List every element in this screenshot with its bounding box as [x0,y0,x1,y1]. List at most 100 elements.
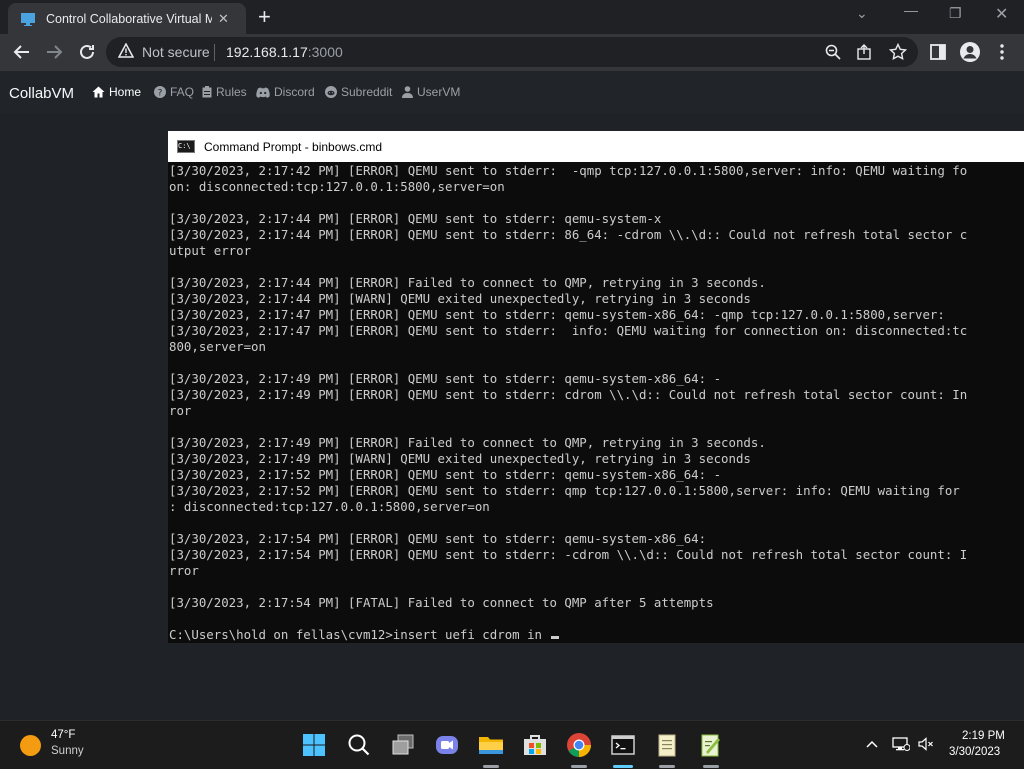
menu-kebab-icon[interactable] [997,43,1007,61]
weather-condition: Sunny [51,745,84,757]
site-navbar: CollabVM Home ? FAQ Rules Discord Subred… [0,71,1024,113]
browser-toolbar: Not secure 192.168.1.17:3000 [0,34,1024,71]
vm-display[interactable]: C:\ Command Prompt - binbows.cmd [3/30/2… [168,131,1024,643]
question-circle-icon: ? [154,86,166,98]
reload-icon[interactable] [77,42,97,62]
reddit-icon [325,86,337,98]
site-brand[interactable]: CollabVM [9,85,74,102]
minimize-button[interactable]: — [904,2,918,18]
console-line: [3/30/2023, 2:17:42 PM] [ERROR] QEMU sen… [169,163,968,178]
nav-subreddit-link[interactable]: Subreddit [325,85,392,99]
nav-home-link[interactable]: Home [92,85,141,99]
profile-avatar-icon[interactable] [959,41,981,63]
nav-faq-link[interactable]: ? FAQ [154,85,194,99]
microsoft-store-icon[interactable] [521,731,549,759]
url-text[interactable]: 192.168.1.17:3000 [226,44,343,60]
window-close-button[interactable]: ✕ [995,4,1008,24]
volume-muted-icon[interactable] [918,737,934,751]
console-line: on: disconnected:tcp:127.0.0.1:5800,serv… [169,179,505,194]
task-view-icon[interactable] [389,731,417,759]
command-prompt-icon: C:\ [177,140,195,153]
nav-discord-link[interactable]: Discord [256,85,315,99]
warning-icon[interactable] [118,43,134,59]
nav-faq-label: FAQ [170,85,195,99]
back-arrow-icon[interactable] [12,42,32,62]
address-bar[interactable]: Not secure 192.168.1.17:3000 [106,37,918,67]
console-line: [3/30/2023, 2:17:49 PM] [ERROR] QEMU sen… [169,371,722,386]
console-line: [3/30/2023, 2:17:52 PM] [ERROR] QEMU sen… [169,467,722,482]
share-icon[interactable] [856,43,874,61]
tab-title: Control Collaborative Virtual Mac [46,11,212,26]
console-line: ror [169,403,192,418]
console-title-bar[interactable]: C:\ Command Prompt - binbows.cmd [168,131,1024,162]
clipboard-icon [202,86,212,98]
console-prompt-line[interactable]: C:\Users\hold on fellas\cvm12>insert uef… [169,627,1024,643]
monitor-icon [21,12,35,26]
show-hidden-icons-chevron-icon[interactable] [866,739,878,749]
side-panel-icon[interactable] [929,43,947,61]
url-host: 192.168.1.17 [226,44,308,60]
windows-taskbar: 47°F Sunny 2:19 PM 3/30/2023 [0,720,1024,769]
taskbar-clock-time[interactable]: 2:19 PM [962,730,1005,742]
console-line: rror [169,563,199,578]
tab-search-chevron-icon[interactable]: ⌄ [856,5,868,22]
console-line: [3/30/2023, 2:17:44 PM] [ERROR] Failed t… [169,275,766,290]
console-window-title: Command Prompt - binbows.cmd [204,139,383,154]
nav-rules-link[interactable]: Rules [202,85,247,99]
restore-button[interactable]: ❐ [949,5,962,22]
taskbar-clock-date[interactable]: 3/30/2023 [949,746,1000,758]
console-line: [3/30/2023, 2:17:49 PM] [WARN] QEMU exit… [169,451,751,466]
console-line: : disconnected:tcp:127.0.0.1:5800,server… [169,499,490,514]
text-cursor [551,636,560,639]
console-line: [3/30/2023, 2:17:49 PM] [ERROR] QEMU sen… [169,387,968,402]
address-separator [214,44,215,61]
new-tab-button[interactable]: + [258,6,271,28]
console-line: 800,server=on [169,339,266,354]
bookmark-star-icon[interactable] [889,43,907,61]
home-icon [92,86,105,98]
console-line: [3/30/2023, 2:17:44 PM] [ERROR] QEMU sen… [169,227,968,242]
security-status-label[interactable]: Not secure [142,44,210,60]
network-icon[interactable] [892,737,910,751]
windows-start-icon[interactable] [300,731,328,759]
nav-subreddit-label: Subreddit [341,85,393,99]
notepad-icon[interactable] [653,731,681,759]
console-line: [3/30/2023, 2:17:44 PM] [WARN] QEMU exit… [169,291,751,306]
console-line: [3/30/2023, 2:17:54 PM] [ERROR] QEMU sen… [169,547,968,562]
console-line: [3/30/2023, 2:17:49 PM] [ERROR] Failed t… [169,435,766,450]
nav-uservm-label: UserVM [417,85,461,99]
nav-rules-label: Rules [216,85,247,99]
url-port: :3000 [307,44,343,60]
browser-tab-bar: Control Collaborative Virtual Mac ✕ + ⌄ … [0,0,1024,34]
notepad-plus-icon[interactable] [697,731,725,759]
file-explorer-icon[interactable] [477,731,505,759]
command-prompt-icon[interactable] [609,731,637,759]
console-line: [3/30/2023, 2:17:44 PM] [ERROR] QEMU sen… [169,211,662,226]
console-line: [3/30/2023, 2:17:54 PM] [FATAL] Failed t… [169,595,714,610]
tab-close-button[interactable]: ✕ [218,11,229,27]
weather-temperature: 47°F [51,729,76,741]
svg-text:?: ? [158,88,163,98]
browser-tab[interactable]: Control Collaborative Virtual Mac ✕ [8,3,246,34]
console-line: [3/30/2023, 2:17:47 PM] [ERROR] QEMU sen… [169,323,968,338]
console-line: [3/30/2023, 2:17:54 PM] [ERROR] QEMU sen… [169,531,707,546]
console-line: [3/30/2023, 2:17:47 PM] [ERROR] QEMU sen… [169,307,945,322]
zoom-icon[interactable] [824,43,842,61]
nav-discord-label: Discord [274,85,315,99]
console-line: utput error [169,243,252,258]
forward-arrow-icon[interactable] [44,42,64,62]
chrome-icon[interactable] [565,731,593,759]
console-line: [3/30/2023, 2:17:52 PM] [ERROR] QEMU sen… [169,483,960,498]
console-output[interactable]: [3/30/2023, 2:17:42 PM] [ERROR] QEMU sen… [169,163,1024,643]
console-prompt-text: C:\Users\hold on fellas\cvm12>insert uef… [169,627,550,642]
nav-uservm-link[interactable]: UserVM [402,85,460,99]
search-icon[interactable] [345,731,373,759]
nav-home-label: Home [109,85,142,99]
teams-chat-icon[interactable] [433,731,461,759]
